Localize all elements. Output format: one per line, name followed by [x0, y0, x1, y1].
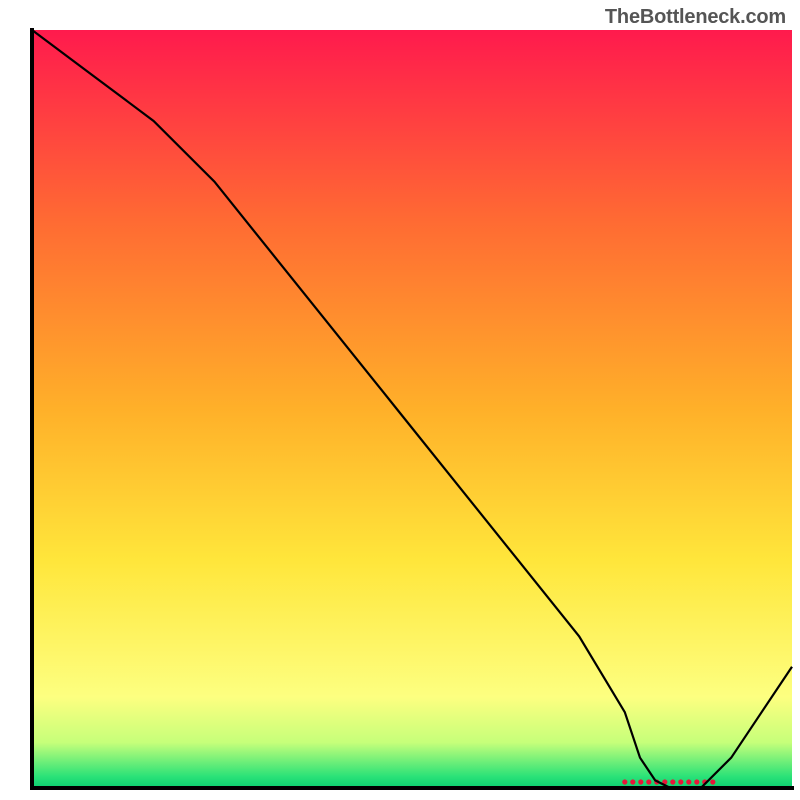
chart-svg: [0, 0, 800, 800]
plot-background: [32, 30, 792, 788]
chart-container: TheBottleneck.com: [0, 0, 800, 800]
